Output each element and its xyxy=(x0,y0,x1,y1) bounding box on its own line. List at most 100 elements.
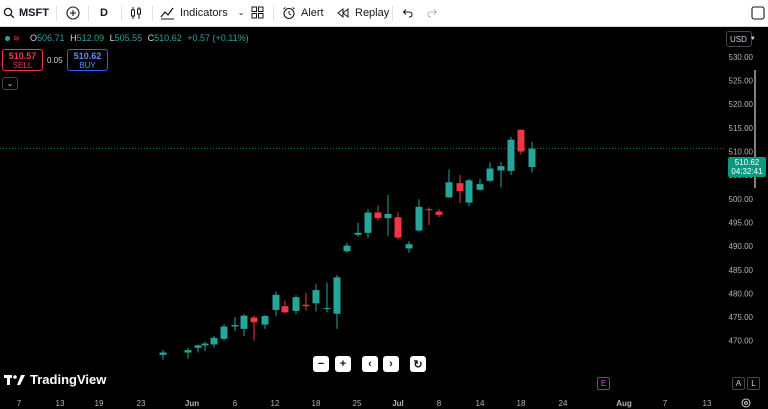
layouts-button[interactable] xyxy=(251,0,264,25)
time-tick-label: 18 xyxy=(312,399,321,408)
candle-body[interactable] xyxy=(220,326,228,339)
candle-body[interactable] xyxy=(159,352,167,355)
sell-label: SELL xyxy=(12,61,33,70)
symbol-label: MSFT xyxy=(19,6,49,19)
alert-button[interactable]: Alert xyxy=(282,0,324,25)
replay-button[interactable]: Replay xyxy=(336,0,389,25)
price-axis[interactable]: 530.00525.00520.00515.00510.00505.00500.… xyxy=(729,53,754,346)
candle-body[interactable] xyxy=(364,212,372,233)
candle-body[interactable] xyxy=(250,317,258,323)
candle-body[interactable] xyxy=(374,212,382,219)
price-tick-label: 520.00 xyxy=(729,100,754,109)
scroll-right-button[interactable]: › xyxy=(383,356,399,372)
indicators-icon xyxy=(160,6,175,20)
price-tick-label: 515.00 xyxy=(729,124,754,133)
candle-body[interactable] xyxy=(425,209,433,211)
reset-chart-button[interactable]: ↻ xyxy=(410,356,426,372)
buy-button[interactable]: 510.62 BUY xyxy=(67,49,108,71)
symbol-search[interactable]: MSFT xyxy=(3,0,49,25)
interval-button[interactable]: D xyxy=(100,0,108,25)
chart-type-button[interactable] xyxy=(129,0,143,25)
sell-button[interactable]: 510.57 SELL xyxy=(2,49,43,71)
time-axis[interactable]: 7 13 19 23 Jun 6 12 18 25 Jul 8 14 18 24 Aug 7 13 xyxy=(17,399,712,408)
toolbar-divider xyxy=(56,5,57,21)
price-tick-label: 490.00 xyxy=(729,242,754,251)
price-tick-label: 525.00 xyxy=(729,77,754,86)
buy-price: 510.62 xyxy=(73,51,102,61)
zoom-in-button[interactable]: + xyxy=(335,356,351,372)
time-tick-label: 8 xyxy=(437,399,442,408)
candle-body[interactable] xyxy=(486,168,494,181)
scroll-left-button[interactable]: ‹ xyxy=(362,356,378,372)
candle-body[interactable] xyxy=(231,325,239,327)
candle-body[interactable] xyxy=(343,245,351,252)
candle-body[interactable] xyxy=(456,183,464,192)
gear-icon xyxy=(741,398,751,408)
candle-body[interactable] xyxy=(435,211,443,215)
time-tick-label: 7 xyxy=(17,399,22,408)
last-price-label: 510.62 04:32:41 xyxy=(728,157,766,177)
candle-body[interactable] xyxy=(507,139,515,171)
candle-body[interactable] xyxy=(415,206,423,231)
high-value: 512.09 xyxy=(76,33,105,43)
candle-body[interactable] xyxy=(465,180,473,203)
candle-body[interactable] xyxy=(240,315,248,329)
candle-body[interactable] xyxy=(261,316,269,325)
candle-body[interactable] xyxy=(312,290,320,304)
indicators-button[interactable]: Indicators ⌄ xyxy=(160,0,244,25)
candle-body[interactable] xyxy=(384,213,392,219)
sell-price: 510.57 xyxy=(8,51,37,61)
wave-icon: ≋ xyxy=(13,34,20,43)
candle-body[interactable] xyxy=(323,308,331,310)
redo-button[interactable] xyxy=(427,0,439,25)
tradingview-logo[interactable]: TradingView xyxy=(4,372,106,387)
candle-body[interactable] xyxy=(272,294,280,310)
events-badge[interactable]: E xyxy=(597,377,610,390)
candle-body[interactable] xyxy=(281,306,289,313)
zoom-out-button[interactable]: − xyxy=(313,356,329,372)
chevron-down-icon: ▼ xyxy=(749,36,756,42)
alert-label: Alert xyxy=(301,6,324,19)
redo-icon xyxy=(427,8,439,18)
candle-body[interactable] xyxy=(476,184,484,190)
candle-body[interactable] xyxy=(201,343,209,346)
candle-body[interactable] xyxy=(528,148,536,168)
candle-body[interactable] xyxy=(497,166,505,171)
open-value: 506.71 xyxy=(37,33,65,43)
add-circle-icon xyxy=(66,5,80,20)
candle-body[interactable] xyxy=(184,350,192,353)
candle-body[interactable] xyxy=(292,297,300,311)
price-tick-label: 475.00 xyxy=(729,313,754,322)
settings-button[interactable] xyxy=(740,396,752,408)
undo-button[interactable] xyxy=(401,0,413,25)
legend-status[interactable]: ≋ xyxy=(5,33,25,44)
toolbar-divider xyxy=(273,5,274,21)
time-tick-label: 13 xyxy=(56,399,65,408)
candle-body[interactable] xyxy=(354,232,362,235)
candle-body[interactable] xyxy=(194,345,202,348)
spread-value: 0.05 xyxy=(47,56,63,65)
candle-body[interactable] xyxy=(517,129,525,152)
candle-body[interactable] xyxy=(210,337,218,345)
fullscreen-button[interactable] xyxy=(751,0,765,25)
currency-selector[interactable]: USD ▼ xyxy=(726,31,756,47)
price-chart[interactable]: 530.00525.00520.00515.00510.00505.00500.… xyxy=(0,28,768,409)
indicators-label: Indicators xyxy=(180,6,228,19)
search-icon xyxy=(3,7,15,19)
change-value: +0.57 (+0.11%) xyxy=(187,33,249,43)
candle-body[interactable] xyxy=(302,304,310,307)
candle-body[interactable] xyxy=(445,182,453,198)
collapse-legend-button[interactable]: ⌄ xyxy=(2,77,18,90)
candle-body[interactable] xyxy=(394,217,402,238)
auto-scale-button[interactable]: A xyxy=(732,377,745,390)
alarm-clock-icon xyxy=(282,6,296,20)
price-tick-label: 495.00 xyxy=(729,218,754,227)
price-tick-label: 500.00 xyxy=(729,195,754,204)
compare-button[interactable] xyxy=(65,0,81,25)
bar-countdown: 04:32:41 xyxy=(731,167,763,176)
log-scale-button[interactable]: L xyxy=(747,377,760,390)
close-value: 510.62 xyxy=(154,33,182,43)
price-tick-label: 480.00 xyxy=(729,289,754,298)
candle-body[interactable] xyxy=(405,244,413,249)
candle-body[interactable] xyxy=(333,277,341,314)
